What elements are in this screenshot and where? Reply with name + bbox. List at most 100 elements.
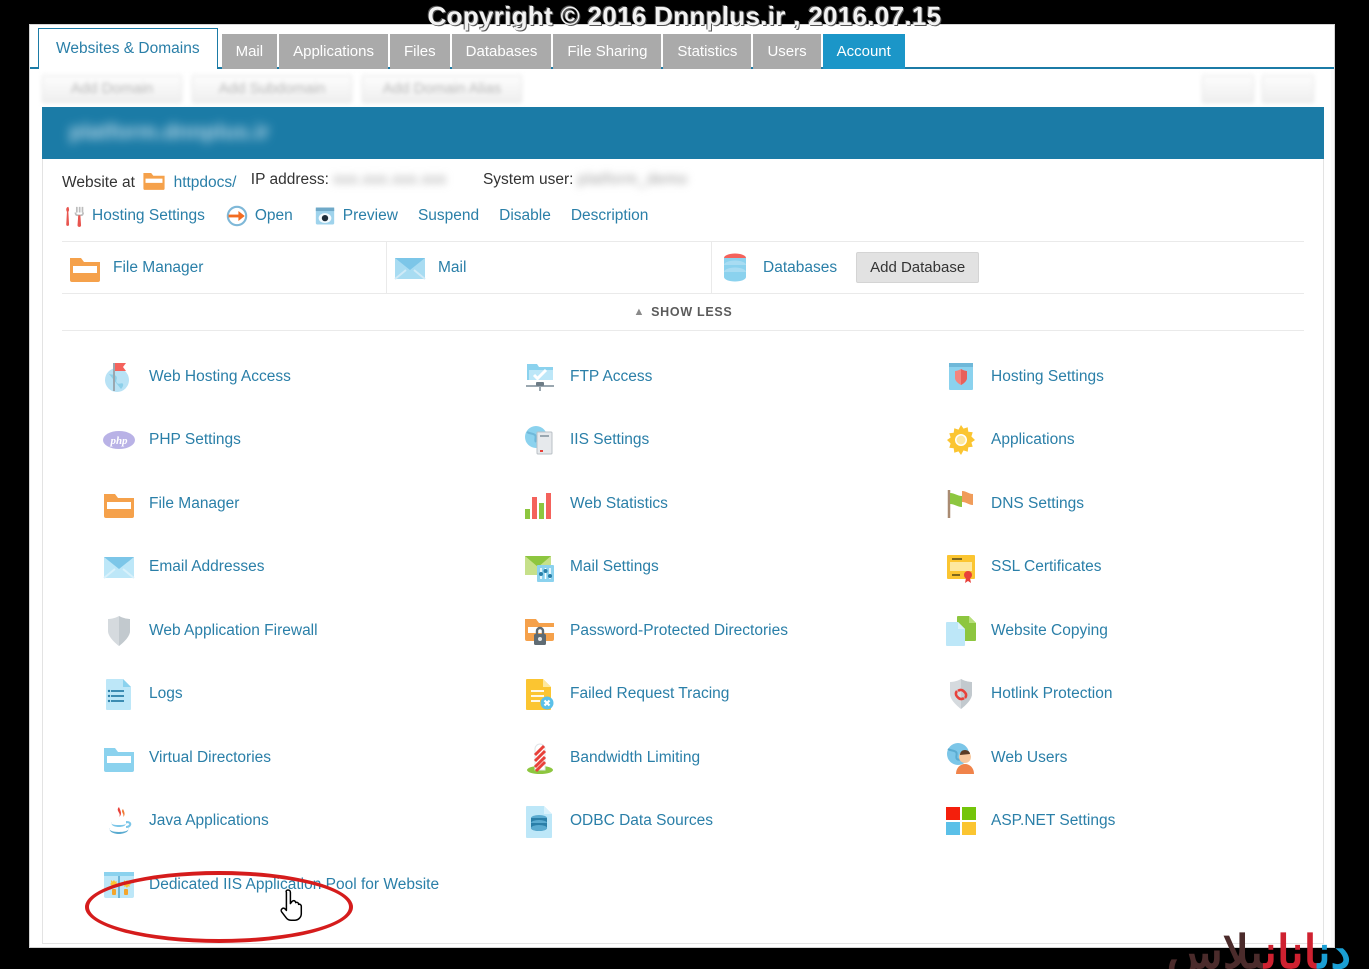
tool-file-manager-label[interactable]: File Manager (113, 259, 203, 277)
tool-mail-label[interactable]: Mail (438, 259, 466, 277)
grid-item-label[interactable]: Dedicated IIS Application Pool for Websi… (149, 876, 439, 894)
grid-item-label[interactable]: Failed Request Tracing (570, 685, 729, 703)
grid-item-label[interactable]: Email Addresses (149, 558, 264, 576)
add-domain-button-ghost[interactable]: Add Domain (42, 75, 182, 103)
folder-orange-icon (68, 251, 102, 285)
grid-item-label[interactable]: File Manager (149, 495, 239, 513)
toolbar-button-ghost-1[interactable] (1202, 75, 1254, 103)
tools-icon (62, 204, 86, 228)
open-label[interactable]: Open (255, 207, 293, 225)
grid-item-java-applications[interactable]: Java Applications (62, 790, 483, 854)
chevron-up-icon: ▲ (633, 306, 646, 318)
tool-databases[interactable]: Databases Add Database (712, 241, 997, 294)
tab-mail[interactable]: Mail (221, 34, 278, 69)
folder-lock-icon (523, 614, 557, 648)
hosting-settings-label[interactable]: Hosting Settings (92, 207, 205, 225)
disable-action[interactable]: Disable (499, 207, 551, 225)
grid-item-label[interactable]: Applications (991, 431, 1075, 449)
add-database-button[interactable]: Add Database (856, 252, 980, 283)
grid-item-label[interactable]: Mail Settings (570, 558, 659, 576)
grid-item-dedicated-iis-application-pool[interactable]: Dedicated IIS Application Pool for Websi… (62, 853, 483, 917)
tab-account[interactable]: Account (822, 34, 905, 69)
tab-users[interactable]: Users (753, 34, 821, 69)
grid-item-label[interactable]: Web Users (991, 749, 1067, 767)
show-less-toggle[interactable]: ▲ SHOW LESS (62, 294, 1304, 331)
grid-item-web-application-firewall[interactable]: Web Application Firewall (62, 599, 483, 663)
window-scroll-edge[interactable] (1331, 69, 1334, 947)
website-info-row: Website at httpdocs/ IP address: xxx.xxx… (43, 159, 1323, 197)
grid-item-applications[interactable]: Applications (904, 409, 1304, 473)
grid-item-label[interactable]: Web Statistics (570, 495, 668, 513)
tab-file-sharing[interactable]: File Sharing (553, 34, 662, 69)
grid-item-label[interactable]: ASP.NET Settings (991, 812, 1115, 830)
ip-address-value: xxx.xxx.xxx.xxx (333, 170, 447, 188)
grid-item-web-users[interactable]: Web Users (904, 726, 1304, 790)
grid-item-label[interactable]: SSL Certificates (991, 558, 1102, 576)
open-action[interactable]: Open (225, 204, 293, 228)
iis-server-icon (523, 423, 557, 457)
website-at-group: Website at httpdocs/ (62, 168, 236, 192)
grid-item-label[interactable]: Web Application Firewall (149, 622, 318, 640)
grid-item-label[interactable]: DNS Settings (991, 495, 1084, 513)
open-arrow-icon (225, 204, 249, 228)
grid-item-label[interactable]: PHP Settings (149, 431, 241, 449)
grid-item-label[interactable]: Bandwidth Limiting (570, 749, 700, 767)
grid-item-hosting-settings[interactable]: Hosting Settings (904, 345, 1304, 409)
hotlink-shield-icon (944, 677, 978, 711)
tab-applications[interactable]: Applications (279, 34, 388, 69)
tab-databases[interactable]: Databases (451, 34, 552, 69)
preview-label[interactable]: Preview (343, 207, 398, 225)
tool-mail[interactable]: Mail (387, 241, 712, 294)
suspend-action[interactable]: Suspend (418, 207, 479, 225)
grid-item-label[interactable]: Java Applications (149, 812, 269, 830)
grid-item-label[interactable]: Virtual Directories (149, 749, 271, 767)
grid-item-file-manager[interactable]: File Manager (62, 472, 483, 536)
grid-item-label[interactable]: ODBC Data Sources (570, 812, 713, 830)
add-subdomain-button-ghost[interactable]: Add Subdomain (192, 75, 352, 103)
tab-websites-and-domains[interactable]: Websites & Domains (38, 28, 218, 69)
tool-file-manager[interactable]: File Manager (62, 241, 387, 294)
grid-item-ssl-certificates[interactable]: SSL Certificates (904, 536, 1304, 600)
add-domain-alias-button-ghost[interactable]: Add Domain Alias (362, 75, 522, 103)
grid-item-label[interactable]: Password-Protected Directories (570, 622, 788, 640)
grid-item-email-addresses[interactable]: Email Addresses (62, 536, 483, 600)
grid-item-ftp-access[interactable]: FTP Access (483, 345, 904, 409)
grid-item-label[interactable]: Web Hosting Access (149, 368, 291, 386)
toolbar-button-ghost-2[interactable] (1262, 75, 1314, 103)
grid-item-aspnet-settings[interactable]: ASP.NET Settings (904, 790, 1304, 854)
grid-item-iis-settings[interactable]: IIS Settings (483, 409, 904, 473)
preview-action[interactable]: Preview (313, 204, 398, 228)
grid-item-php-settings[interactable]: php PHP Settings (62, 409, 483, 473)
shield-gray-icon (102, 614, 136, 648)
grid-item-hotlink-protection[interactable]: Hotlink Protection (904, 663, 1304, 727)
grid-item-label[interactable]: Hotlink Protection (991, 685, 1112, 703)
grid-item-label[interactable]: Website Copying (991, 622, 1108, 640)
envelope-blue-icon (102, 550, 136, 584)
grid-item-logs[interactable]: Logs (62, 663, 483, 727)
hosting-settings-action[interactable]: Hosting Settings (62, 204, 205, 228)
grid-item-label[interactable]: FTP Access (570, 368, 652, 386)
dns-flag-icon (944, 487, 978, 521)
feature-link-grid: Web Hosting Access FTP Access Hosting Se… (43, 331, 1323, 917)
grid-item-mail-settings[interactable]: Mail Settings (483, 536, 904, 600)
grid-item-label[interactable]: Hosting Settings (991, 368, 1104, 386)
tab-files[interactable]: Files (389, 34, 450, 69)
httpdocs-link[interactable]: httpdocs/ (174, 174, 237, 191)
grid-item-failed-request-tracing[interactable]: Failed Request Tracing (483, 663, 904, 727)
grid-item-label[interactable]: Logs (149, 685, 183, 703)
grid-item-bandwidth-limiting[interactable]: Bandwidth Limiting (483, 726, 904, 790)
obscured-action-button-row: Add Domain Add Subdomain Add Domain Alia… (30, 63, 1334, 105)
tab-statistics[interactable]: Statistics (663, 34, 752, 69)
grid-item-odbc-data-sources[interactable]: ODBC Data Sources (483, 790, 904, 854)
grid-item-web-hosting-access[interactable]: Web Hosting Access (62, 345, 483, 409)
grid-item-password-protected-directories[interactable]: Password-Protected Directories (483, 599, 904, 663)
description-action[interactable]: Description (571, 207, 649, 225)
system-user-group: System user: platform_demo (483, 171, 688, 189)
grid-item-virtual-directories[interactable]: Virtual Directories (62, 726, 483, 790)
grid-item-dns-settings[interactable]: DNS Settings (904, 472, 1304, 536)
tool-databases-label[interactable]: Databases (763, 259, 837, 277)
grid-item-web-statistics[interactable]: Web Statistics (483, 472, 904, 536)
grid-item-website-copying[interactable]: Website Copying (904, 599, 1304, 663)
system-user-value: platform_demo (577, 170, 688, 188)
grid-item-label[interactable]: IIS Settings (570, 431, 649, 449)
